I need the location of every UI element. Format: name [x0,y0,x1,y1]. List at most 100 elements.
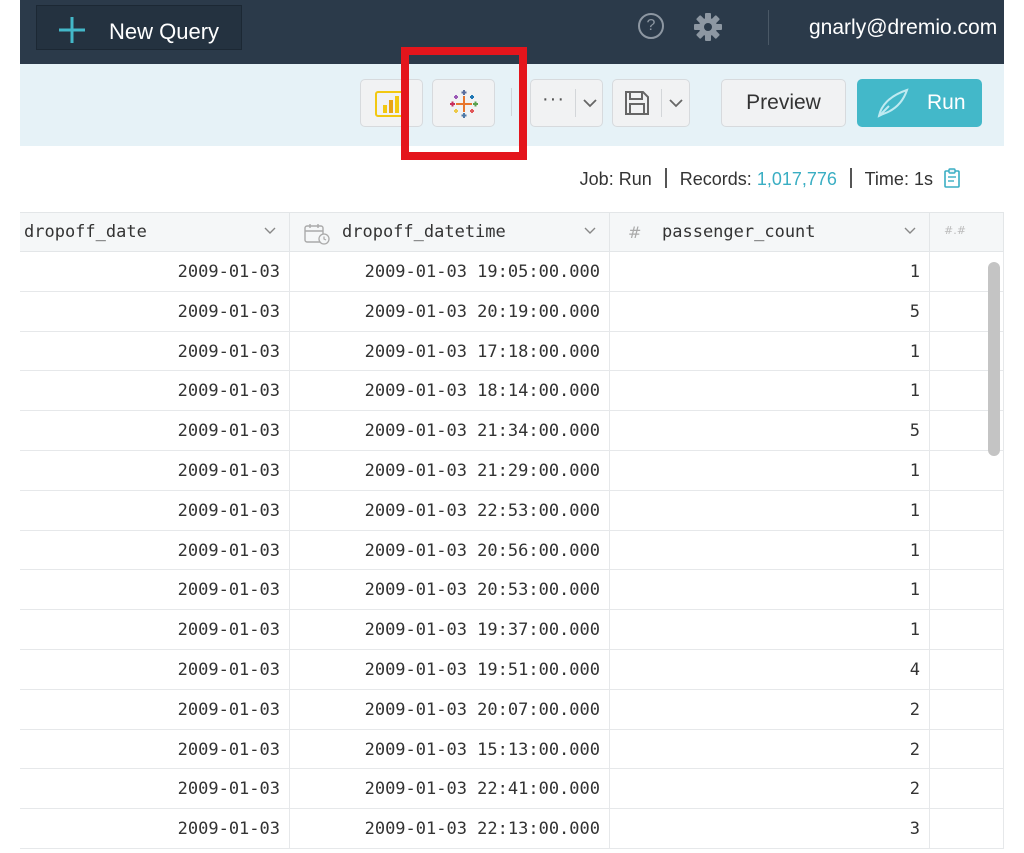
table-row[interactable]: 2009-01-03 2009-01-03 20:07:00.000 2 [20,689,1004,730]
cell-next-column[interactable] [930,450,1004,490]
cell-passenger-count[interactable]: 2 [610,769,930,809]
cell-next-column[interactable] [930,530,1004,570]
cell-dropoff-date[interactable]: 2009-01-03 [20,610,290,649]
cell-next-column[interactable] [930,610,1004,649]
chevron-down-icon[interactable] [264,227,276,235]
table-row[interactable]: 2009-01-03 2009-01-03 22:53:00.000 1 [20,490,1004,531]
cell-dropoff-datetime[interactable]: 2009-01-03 20:53:00.000 [290,570,610,610]
job-value[interactable]: Run [619,169,652,189]
cell-dropoff-date[interactable]: 2009-01-03 [20,530,290,570]
table-row[interactable]: 2009-01-03 2009-01-03 21:34:00.000 5 [20,411,1004,451]
preview-button[interactable]: Preview [721,79,846,127]
cell-passenger-count[interactable]: 1 [610,252,930,291]
table-row[interactable]: 2009-01-03 2009-01-03 22:41:00.000 2 [20,769,1004,810]
rocket-icon [877,88,909,118]
header-divider [768,10,769,45]
cell-dropoff-date[interactable]: 2009-01-03 [20,729,290,769]
cell-dropoff-datetime[interactable]: 2009-01-03 19:37:00.000 [290,610,610,649]
cell-dropoff-date[interactable]: 2009-01-03 [20,490,290,530]
table-row[interactable]: 2009-01-03 2009-01-03 17:18:00.000 1 [20,331,1004,372]
cell-dropoff-datetime[interactable]: 2009-01-03 22:41:00.000 [290,769,610,809]
cell-dropoff-date[interactable]: 2009-01-03 [20,371,290,411]
ellipsis-icon: ··· [542,88,565,110]
cell-next-column[interactable] [930,490,1004,530]
table-row[interactable]: 2009-01-03 2009-01-03 19:05:00.000 1 [20,252,1004,292]
vertical-scrollbar[interactable] [988,262,1000,456]
column-header-passenger-count[interactable]: # passenger_count [610,213,930,253]
cell-passenger-count[interactable]: 4 [610,649,930,689]
cell-next-column[interactable] [930,689,1004,729]
cell-dropoff-datetime[interactable]: 2009-01-03 20:19:00.000 [290,291,610,331]
table-row[interactable]: 2009-01-03 2009-01-03 21:29:00.000 1 [20,450,1004,491]
cell-passenger-count[interactable]: 5 [610,291,930,331]
cell-passenger-count[interactable]: 1 [610,610,930,649]
table-row[interactable]: 2009-01-03 2009-01-03 15:13:00.000 2 [20,729,1004,770]
cell-dropoff-datetime[interactable]: 2009-01-03 22:13:00.000 [290,809,610,848]
column-header-next[interactable]: #.# [930,213,1004,253]
records-label: Records: [679,169,752,189]
cell-passenger-count[interactable]: 1 [610,530,930,570]
cell-dropoff-datetime[interactable]: 2009-01-03 20:07:00.000 [290,689,610,729]
status-divider [664,168,667,188]
cell-dropoff-date[interactable]: 2009-01-03 [20,809,290,848]
table-row[interactable]: 2009-01-03 2009-01-03 20:19:00.000 5 [20,291,1004,332]
cell-dropoff-date[interactable]: 2009-01-03 [20,570,290,610]
table-row[interactable]: 2009-01-03 2009-01-03 19:37:00.000 1 [20,610,1004,650]
job-label: Job: [579,169,614,189]
status-divider [849,168,852,188]
new-query-button[interactable]: New Query [36,5,242,50]
table-row[interactable]: 2009-01-03 2009-01-03 20:53:00.000 1 [20,570,1004,611]
chevron-down-icon[interactable] [904,227,916,235]
cell-next-column[interactable] [930,729,1004,769]
cell-next-column[interactable] [930,769,1004,809]
cell-dropoff-datetime[interactable]: 2009-01-03 18:14:00.000 [290,371,610,411]
table-row[interactable]: 2009-01-03 2009-01-03 20:56:00.000 1 [20,530,1004,571]
records-value: 1,017,776 [756,169,837,189]
column-header-dropoff-date[interactable]: dropoff_date [20,213,290,253]
cell-dropoff-datetime[interactable]: 2009-01-03 15:13:00.000 [290,729,610,769]
cell-passenger-count[interactable]: 1 [610,490,930,530]
cell-dropoff-datetime[interactable]: 2009-01-03 19:05:00.000 [290,252,610,291]
table-row[interactable]: 2009-01-03 2009-01-03 19:51:00.000 4 [20,649,1004,690]
cell-dropoff-datetime[interactable]: 2009-01-03 20:56:00.000 [290,530,610,570]
gear-icon[interactable] [692,11,724,43]
cell-passenger-count[interactable]: 3 [610,809,930,848]
cell-dropoff-date[interactable]: 2009-01-03 [20,411,290,450]
split-divider [661,89,662,117]
cell-next-column[interactable] [930,649,1004,689]
cell-dropoff-date[interactable]: 2009-01-03 [20,649,290,689]
cell-dropoff-datetime[interactable]: 2009-01-03 21:34:00.000 [290,411,610,450]
cell-passenger-count[interactable]: 1 [610,450,930,490]
column-header-dropoff-datetime[interactable]: dropoff_datetime [290,213,610,253]
cell-passenger-count[interactable]: 1 [610,331,930,371]
cell-dropoff-date[interactable]: 2009-01-03 [20,252,290,291]
cell-passenger-count[interactable]: 2 [610,729,930,769]
cell-dropoff-datetime[interactable]: 2009-01-03 17:18:00.000 [290,331,610,371]
user-email[interactable]: gnarly@dremio.com [809,16,997,40]
save-button[interactable] [612,79,690,127]
cell-dropoff-date[interactable]: 2009-01-03 [20,331,290,371]
cell-passenger-count[interactable]: 1 [610,371,930,411]
cell-dropoff-date[interactable]: 2009-01-03 [20,450,290,490]
cell-dropoff-date[interactable]: 2009-01-03 [20,291,290,331]
cell-passenger-count[interactable]: 5 [610,411,930,450]
cell-dropoff-datetime[interactable]: 2009-01-03 19:51:00.000 [290,649,610,689]
split-divider [575,89,576,117]
cell-next-column[interactable] [930,570,1004,610]
cell-dropoff-datetime[interactable]: 2009-01-03 21:29:00.000 [290,450,610,490]
table-row[interactable]: 2009-01-03 2009-01-03 22:13:00.000 3 [20,809,1004,849]
table-header: dropoff_date dropoff_datetime # passenge… [20,212,1004,253]
cell-passenger-count[interactable]: 2 [610,689,930,729]
column-header-label: dropoff_date [24,222,147,242]
run-button[interactable]: Run [857,79,982,127]
cell-dropoff-date[interactable]: 2009-01-03 [20,769,290,809]
table-row[interactable]: 2009-01-03 2009-01-03 18:14:00.000 1 [20,371,1004,412]
cell-dropoff-date[interactable]: 2009-01-03 [20,689,290,729]
cell-passenger-count[interactable]: 1 [610,570,930,610]
more-actions-button[interactable]: ··· [530,79,603,127]
clipboard-icon[interactable] [944,168,960,188]
chevron-down-icon[interactable] [584,227,596,235]
help-icon[interactable]: ? [638,13,664,39]
cell-next-column[interactable] [930,809,1004,848]
cell-dropoff-datetime[interactable]: 2009-01-03 22:53:00.000 [290,490,610,530]
